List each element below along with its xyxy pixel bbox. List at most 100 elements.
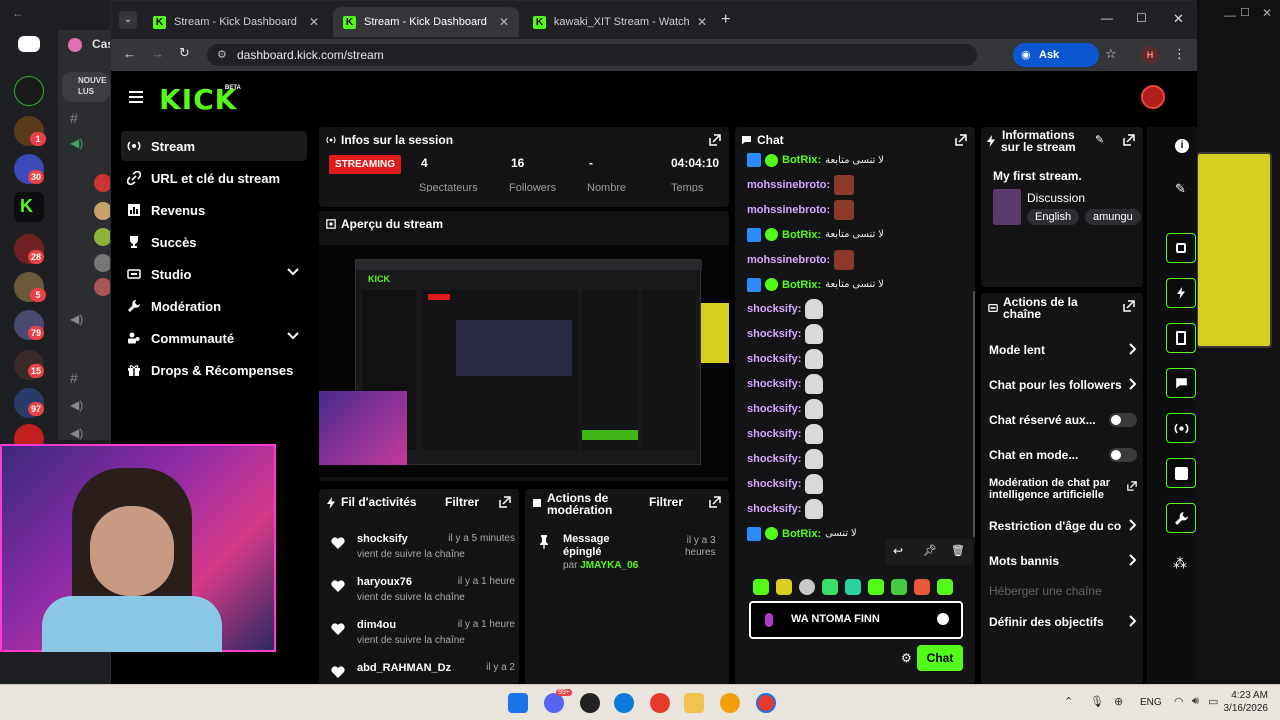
chat-username[interactable]: mohssinebroto: bbox=[747, 254, 830, 266]
chat-username[interactable]: BotRix: bbox=[782, 229, 821, 241]
background-window[interactable] bbox=[1196, 152, 1272, 348]
user-avatar[interactable] bbox=[1141, 85, 1165, 109]
chat-message[interactable]: BotRix: لا تنسى bbox=[747, 523, 857, 545]
chat-username[interactable]: mohssinebroto: bbox=[747, 179, 830, 191]
expand-icon[interactable] bbox=[1123, 134, 1135, 146]
mod-filter-button[interactable]: Filtrer bbox=[649, 495, 683, 509]
chrome-canary-icon[interactable] bbox=[720, 693, 740, 713]
slow-mode-setting[interactable]: Mode lent bbox=[989, 343, 1137, 357]
chat-message-list[interactable]: BotRix: لا تنسى متابعة mohssinebroto: mohss… bbox=[735, 149, 967, 567]
mod-action-item[interactable]: Message épinglé par JMAYKA_06 bbox=[563, 533, 638, 572]
close-tab-icon[interactable]: ✕ bbox=[499, 15, 509, 29]
close-window-icon[interactable]: ✕ bbox=[1173, 11, 1184, 27]
chat-input[interactable]: WA NTOMA FINN bbox=[749, 601, 963, 639]
chat-username[interactable]: shocksify: bbox=[747, 478, 801, 490]
emote-icon[interactable] bbox=[914, 579, 930, 595]
chevron-down-icon[interactable] bbox=[287, 332, 299, 340]
maximize-icon[interactable]: ☐ bbox=[1136, 11, 1147, 25]
discord-icon[interactable] bbox=[544, 693, 564, 713]
server-icon-nvb[interactable] bbox=[14, 76, 44, 106]
quick-action-button[interactable] bbox=[1166, 368, 1196, 398]
chat-message[interactable]: shocksify: bbox=[747, 498, 824, 520]
language-indicator[interactable]: ENG bbox=[1140, 697, 1162, 708]
url-input[interactable]: ⚙ dashboard.kick.com/stream bbox=[207, 44, 977, 66]
close-tab-icon[interactable]: ✕ bbox=[697, 15, 707, 29]
chat-username[interactable]: BotRix: bbox=[782, 528, 821, 540]
nav-studio[interactable]: Studio bbox=[121, 259, 307, 289]
quick-action-button[interactable] bbox=[1166, 503, 1196, 533]
more-actions-icon[interactable]: ⁂ bbox=[1173, 555, 1187, 572]
chat-mode-setting[interactable]: Chat en mode... bbox=[989, 448, 1137, 462]
emote-icon[interactable] bbox=[937, 579, 953, 595]
chat-username[interactable]: shocksify: bbox=[747, 378, 801, 390]
reserved-chat-setting[interactable]: Chat réservé aux... bbox=[989, 413, 1137, 427]
nav-drops-recompenses[interactable]: Drops & Récompenses bbox=[121, 355, 307, 385]
chat-input-value[interactable]: WA NTOMA FINN bbox=[791, 613, 880, 625]
microphone-icon[interactable]: 🎙︎ bbox=[1090, 695, 1104, 708]
back-icon[interactable]: ← bbox=[123, 46, 136, 61]
chat-username[interactable]: shocksify: bbox=[747, 453, 801, 465]
chat-message[interactable]: BotRix: لا تنسى متابعة bbox=[747, 274, 884, 296]
activity-item[interactable]: abd_RAHMAN_Dz il y a 2 bbox=[331, 662, 515, 685]
chrome-icon[interactable] bbox=[650, 693, 670, 713]
close-icon[interactable]: ✕ bbox=[1262, 6, 1272, 20]
quick-action-button[interactable] bbox=[1166, 323, 1196, 353]
nav-moderation[interactable]: Modération bbox=[121, 291, 307, 321]
delete-icon[interactable]: 🗑︎ bbox=[951, 544, 965, 557]
forward-icon[interactable]: → bbox=[151, 46, 164, 61]
emote-icon[interactable] bbox=[799, 579, 815, 595]
activity-item[interactable]: haryoux76 il y a 1 heure vient de suivre… bbox=[331, 576, 515, 616]
expand-icon[interactable] bbox=[709, 496, 721, 508]
profile-avatar[interactable]: H bbox=[1141, 46, 1159, 64]
ask-google-button[interactable]: ◉ Ask Google bbox=[1013, 43, 1099, 85]
chrome-icon[interactable] bbox=[756, 693, 776, 713]
tab-stream-dashboard-1[interactable]: K Stream - Kick Dashboard ✕ bbox=[143, 7, 329, 37]
volume-icon[interactable]: 🔊︎ bbox=[1192, 695, 1199, 708]
chat-message[interactable]: shocksify: bbox=[747, 298, 824, 320]
tag-pill[interactable]: amungu bbox=[1085, 209, 1141, 225]
nav-stream[interactable]: Stream bbox=[121, 131, 307, 161]
chat-message[interactable]: shocksify: bbox=[747, 323, 824, 345]
chevron-up-icon[interactable]: ⌃ bbox=[1064, 695, 1073, 708]
chat-username[interactable]: shocksify: bbox=[747, 403, 801, 415]
close-tab-icon[interactable]: ✕ bbox=[309, 15, 319, 29]
chat-username[interactable]: shocksify: bbox=[747, 503, 801, 515]
chat-settings-gear-icon[interactable]: ⚙ bbox=[901, 651, 912, 665]
chat-message[interactable]: mohssinebroto: bbox=[747, 249, 855, 271]
chat-message[interactable]: shocksify: bbox=[747, 423, 824, 445]
back-arrow-icon[interactable]: ← bbox=[12, 6, 24, 20]
taskbar-clock[interactable]: 4:23 AM 3/16/2026 bbox=[1224, 689, 1269, 715]
tab-kawaki-stream[interactable]: K kawaki_XIT Stream - Watch Live ✕ bbox=[523, 7, 717, 37]
expand-icon[interactable] bbox=[1123, 300, 1135, 312]
chevron-down-icon[interactable] bbox=[287, 268, 299, 276]
activity-filter-button[interactable]: Filtrer bbox=[445, 495, 479, 509]
new-unread-pill[interactable]: NOUVE LUS bbox=[62, 72, 110, 102]
wifi-icon[interactable]: ◠ bbox=[1174, 695, 1184, 708]
pin-message-icon[interactable]: 📌︎ bbox=[923, 544, 937, 557]
followers-chat-setting[interactable]: Chat pour les followers bbox=[989, 378, 1137, 392]
age-restriction-setting[interactable]: Restriction d'âge du co bbox=[989, 519, 1137, 533]
nav-revenus[interactable]: Revenus bbox=[121, 195, 307, 225]
chat-mode-toggle[interactable] bbox=[1109, 448, 1137, 462]
nav-succes[interactable]: Succès bbox=[121, 227, 307, 257]
activity-item[interactable]: dim4ou il y a 1 heure vient de suivre la… bbox=[331, 619, 515, 659]
kick-server-icon[interactable]: K bbox=[14, 192, 44, 222]
quick-action-button[interactable] bbox=[1166, 233, 1196, 263]
ai-moderation-setting[interactable]: Modération de chat par intelligence arti… bbox=[989, 477, 1137, 501]
stream-preview-video[interactable]: KICK bbox=[319, 245, 729, 477]
info-icon[interactable]: i bbox=[1175, 139, 1189, 153]
site-info-icon[interactable]: ⚙ bbox=[217, 44, 227, 66]
chat-message[interactable]: shocksify: bbox=[747, 373, 824, 395]
file-explorer-icon[interactable] bbox=[684, 693, 704, 713]
reserved-chat-toggle[interactable] bbox=[1109, 413, 1137, 427]
send-chat-button[interactable]: Chat bbox=[917, 645, 963, 671]
chat-username[interactable]: shocksify: bbox=[747, 303, 801, 315]
hamburger-menu-icon[interactable] bbox=[129, 91, 143, 103]
chat-username[interactable]: shocksify: bbox=[747, 353, 801, 365]
edge-icon[interactable] bbox=[614, 693, 634, 713]
battery-icon[interactable]: ▭ bbox=[1208, 695, 1218, 708]
discord-home-icon[interactable] bbox=[18, 36, 40, 52]
chat-message[interactable]: shocksify: bbox=[747, 398, 824, 420]
emote-icon[interactable] bbox=[776, 579, 792, 595]
quick-action-button[interactable] bbox=[1166, 413, 1196, 443]
